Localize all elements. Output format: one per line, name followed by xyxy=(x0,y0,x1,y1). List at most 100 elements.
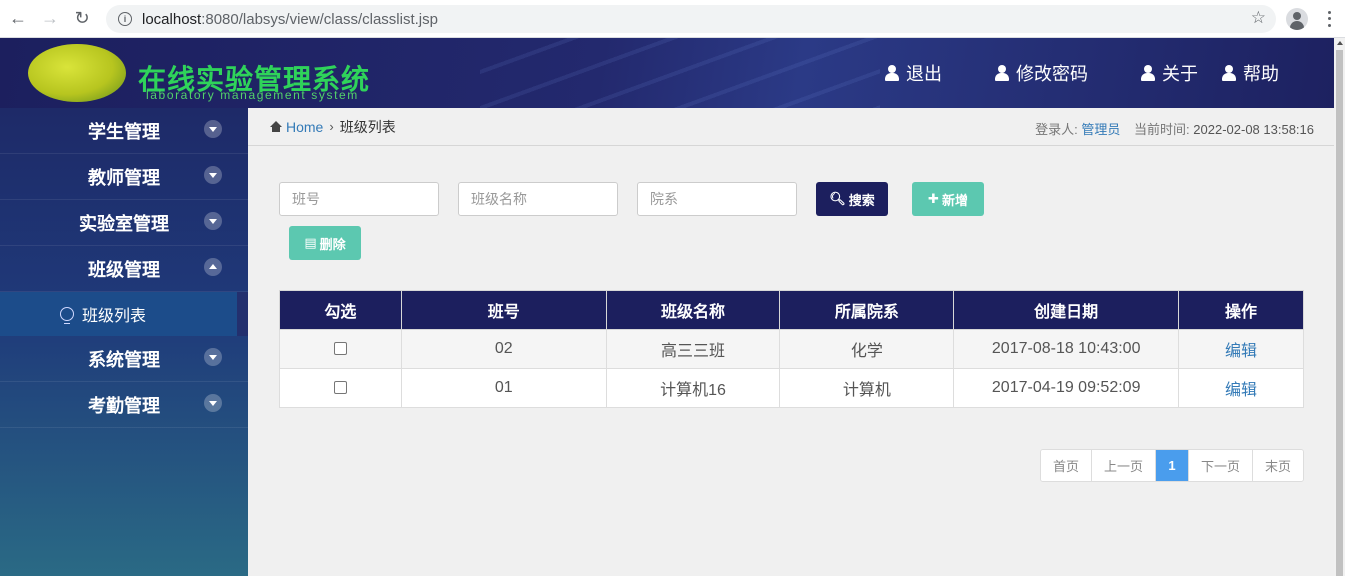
home-icon xyxy=(270,120,282,133)
current-page-button[interactable]: 1 xyxy=(1154,450,1188,481)
sidebar-item-system[interactable]: 系统管理 xyxy=(0,336,248,382)
chevron-right-icon: › xyxy=(329,119,334,134)
class-no-cell: 01 xyxy=(400,368,607,408)
sidebar-item-label: 考勤管理 xyxy=(88,395,160,416)
chevron-down-icon xyxy=(204,394,222,412)
sidebar-item-attendance[interactable]: 考勤管理 xyxy=(0,382,248,428)
plus-icon: ✚ xyxy=(928,191,939,206)
user-icon xyxy=(1221,65,1237,81)
help-link[interactable]: 帮助 xyxy=(1221,60,1279,86)
edit-link[interactable]: 编辑 xyxy=(1225,343,1257,360)
logo-subtitle: laboratory management system xyxy=(146,88,359,102)
search-icon: 🔍︎ xyxy=(829,191,846,206)
bookmark-star-icon[interactable]: ☆ xyxy=(1251,8,1266,28)
chevron-down-icon xyxy=(204,212,222,230)
add-button-label: 新增 xyxy=(941,192,968,208)
column-header: 勾选 xyxy=(279,290,402,330)
class-no-cell: 02 xyxy=(400,329,607,369)
chevron-down-icon xyxy=(204,166,222,184)
sidebar-subitem-class-list[interactable]: 班级列表 xyxy=(0,292,248,336)
sidebar-item-label: 系统管理 xyxy=(88,349,160,370)
info-icon[interactable]: i xyxy=(118,12,132,26)
row-checkbox[interactable] xyxy=(333,381,347,395)
search-button-label: 搜索 xyxy=(848,192,875,208)
back-icon[interactable]: ← xyxy=(4,5,32,33)
column-header[interactable]: 班号 xyxy=(400,290,607,330)
column-header[interactable]: 所属院系 xyxy=(779,290,955,330)
table-header-row: 勾选 班号 班级名称 所属院系 创建日期 操作 xyxy=(279,290,1304,330)
sidebar: 学生管理 教师管理 实验室管理 班级管理 班级列表 系统管理 考勤管理 xyxy=(0,108,248,576)
login-info: 登录人: 管理员 当前时间: 2022-02-08 13:58:16 xyxy=(1035,119,1314,138)
scroll-up-icon[interactable] xyxy=(1337,41,1343,45)
chevron-down-icon xyxy=(204,120,222,138)
search-button[interactable]: 🔍︎ 搜索 xyxy=(816,182,888,216)
sidebar-item-teachers[interactable]: 教师管理 xyxy=(0,154,248,200)
sidebar-item-labs[interactable]: 实验室管理 xyxy=(0,200,248,246)
first-page-button[interactable]: 首页 xyxy=(1040,450,1091,481)
delete-button-label: 删除 xyxy=(319,236,346,252)
change-password-label: 修改密码 xyxy=(1016,64,1088,84)
class-no-input[interactable] xyxy=(279,182,439,216)
logout-link[interactable]: 退出 xyxy=(884,60,942,86)
about-label: 关于 xyxy=(1162,64,1198,84)
table-row: 02 高三三班 化学 2017-08-18 10:43:00 编辑 xyxy=(279,329,1304,369)
breadcrumb-home-link[interactable]: Home xyxy=(286,119,323,135)
prev-page-button[interactable]: 上一页 xyxy=(1090,450,1155,481)
reload-icon[interactable]: ↻ xyxy=(68,5,96,33)
sidebar-subitem-label: 班级列表 xyxy=(82,308,147,325)
department-cell: 化学 xyxy=(779,329,955,369)
sidebar-item-label: 实验室管理 xyxy=(79,213,169,234)
header-decoration xyxy=(480,38,880,108)
department-input[interactable] xyxy=(637,182,797,216)
scroll-thumb[interactable] xyxy=(1336,50,1343,576)
created-date-cell: 2017-04-19 09:52:09 xyxy=(953,368,1180,408)
sidebar-item-classes[interactable]: 班级管理 xyxy=(0,246,248,292)
sidebar-item-label: 班级管理 xyxy=(88,259,160,280)
add-button[interactable]: ✚ 新增 xyxy=(912,182,984,216)
class-name-cell: 计算机16 xyxy=(605,368,781,408)
login-user[interactable]: 管理员 xyxy=(1081,122,1120,137)
sidebar-item-students[interactable]: 学生管理 xyxy=(0,108,248,154)
edit-link[interactable]: 编辑 xyxy=(1225,382,1257,399)
column-header[interactable]: 班级名称 xyxy=(605,290,781,330)
class-name-input[interactable] xyxy=(458,182,618,216)
next-page-button[interactable]: 下一页 xyxy=(1187,450,1252,481)
table-row: 01 计算机16 计算机 2017-04-19 09:52:09 编辑 xyxy=(279,368,1304,408)
address-bar[interactable]: i localhost:8080/labsys/view/class/class… xyxy=(106,5,1276,33)
last-page-button[interactable]: 末页 xyxy=(1251,450,1303,481)
logout-label: 退出 xyxy=(906,64,942,84)
help-label: 帮助 xyxy=(1243,64,1279,84)
user-icon xyxy=(1140,65,1156,81)
page-scrollbar[interactable] xyxy=(1334,38,1345,576)
department-cell: 计算机 xyxy=(779,368,955,408)
action-cell: 编辑 xyxy=(1178,368,1304,408)
pagination: 首页 上一页 1 下一页 末页 xyxy=(1039,449,1304,482)
change-password-link[interactable]: 修改密码 xyxy=(994,60,1088,86)
about-link[interactable]: 关于 xyxy=(1140,60,1198,86)
created-date-cell: 2017-08-18 10:43:00 xyxy=(953,329,1180,369)
forward-icon[interactable]: → xyxy=(36,5,64,33)
action-cell: 编辑 xyxy=(1178,329,1304,369)
user-icon xyxy=(994,65,1010,81)
app-header: 在线实验管理系统 laboratory management system 退出… xyxy=(0,38,1334,108)
profile-icon[interactable] xyxy=(1286,8,1308,30)
row-checkbox[interactable] xyxy=(333,342,347,356)
class-table: 勾选 班号 班级名称 所属院系 创建日期 操作 02 高三三班 化学 2017-… xyxy=(279,290,1304,408)
row-checkbox-cell xyxy=(279,329,402,369)
delete-button[interactable]: ▤ 删除 xyxy=(289,226,361,260)
trash-icon: ▤ xyxy=(304,235,317,250)
list-icon xyxy=(60,307,74,324)
row-checkbox-cell xyxy=(279,368,402,408)
chevron-down-icon xyxy=(204,348,222,366)
class-name-cell: 高三三班 xyxy=(605,329,781,369)
browser-toolbar: ← → ↻ i localhost:8080/labsys/view/class… xyxy=(0,0,1345,38)
column-header: 操作 xyxy=(1178,290,1304,330)
browser-menu-icon[interactable] xyxy=(1322,9,1336,29)
column-header[interactable]: 创建日期 xyxy=(953,290,1180,330)
breadcrumb: Home › 班级列表 登录人: 管理员 当前时间: 2022-02-08 13… xyxy=(248,108,1334,146)
sidebar-item-label: 教师管理 xyxy=(88,167,160,188)
url-host: localhost xyxy=(142,10,202,28)
main-content: Home › 班级列表 登录人: 管理员 当前时间: 2022-02-08 13… xyxy=(248,108,1334,576)
breadcrumb-current: 班级列表 xyxy=(339,118,396,135)
search-form: 🔍︎ 搜索 ✚ 新增 xyxy=(279,182,984,216)
